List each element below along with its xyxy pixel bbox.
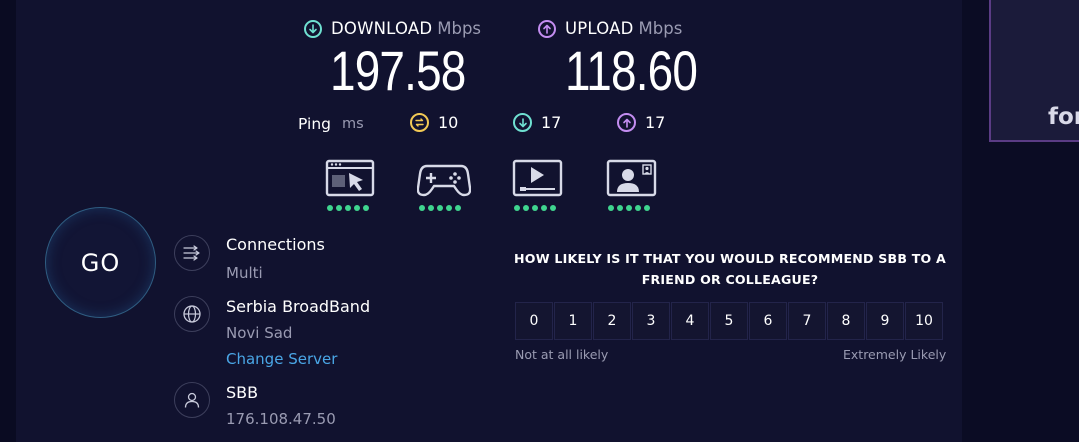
video-chat-icon <box>606 159 657 197</box>
scale-option-4[interactable]: 4 <box>671 302 709 340</box>
user-icon <box>174 382 210 418</box>
recommend-scale: 0 1 2 3 4 5 6 7 8 9 10 <box>515 302 943 340</box>
scale-option-7[interactable]: 7 <box>788 302 826 340</box>
gaming-icon <box>417 164 471 197</box>
ping-unit: ms <box>342 116 364 132</box>
download-header: DOWNLOAD Mbps <box>304 19 481 38</box>
video-chat-rating[interactable] <box>606 158 660 211</box>
download-arrow-icon <box>304 19 322 38</box>
change-server-link[interactable]: Change Server <box>226 350 337 368</box>
web-browsing-icon <box>325 159 375 197</box>
scale-low-label: Not at all likely <box>515 347 609 362</box>
survey-question: HOW LIKELY IS IT THAT YOU WOULD RECOMMEN… <box>514 251 946 287</box>
rating-dots <box>327 205 379 211</box>
rating-dots <box>608 205 660 211</box>
ping-idle[interactable]: 10 <box>410 113 458 132</box>
ping-label: Ping <box>298 115 331 133</box>
go-button[interactable]: GO <box>45 207 156 318</box>
scale-option-10[interactable]: 10 <box>905 302 943 340</box>
scale-option-6[interactable]: 6 <box>749 302 787 340</box>
scale-option-0[interactable]: 0 <box>515 302 553 340</box>
scale-option-9[interactable]: 9 <box>866 302 904 340</box>
download-unit: Mbps <box>437 19 482 38</box>
ping-upload-value: 17 <box>645 113 666 132</box>
ping-row: Ping ms 10 17 17 <box>298 113 698 137</box>
results-panel <box>16 0 962 442</box>
provider-ip: 176.108.47.50 <box>226 410 336 428</box>
connections-icon[interactable] <box>174 235 210 271</box>
speedtest-page: for DOWNLOAD Mbps 197.58 UPLOAD Mbps 118… <box>0 0 1079 442</box>
scale-high-label: Extremely Likely <box>843 347 947 362</box>
connections-title: Connections <box>226 235 325 254</box>
scale-option-5[interactable]: 5 <box>710 302 748 340</box>
upload-unit: Mbps <box>638 19 683 38</box>
rating-dots <box>514 205 566 211</box>
scale-option-3[interactable]: 3 <box>632 302 670 340</box>
left-edge <box>0 0 16 442</box>
download-label: DOWNLOAD <box>331 19 433 38</box>
video-streaming-icon <box>512 159 563 197</box>
scale-option-8[interactable]: 8 <box>827 302 865 340</box>
video-streaming-rating[interactable] <box>512 158 566 211</box>
download-speed-value: 197.58 <box>330 39 466 102</box>
scale-option-1[interactable]: 1 <box>554 302 592 340</box>
upload-label: UPLOAD <box>565 19 634 38</box>
ping-idle-value: 10 <box>438 113 459 132</box>
idle-latency-icon <box>410 113 429 132</box>
upload-latency-icon <box>617 113 636 132</box>
server-name: Serbia BroadBand <box>226 297 371 316</box>
scale-option-2[interactable]: 2 <box>593 302 631 340</box>
go-label: GO <box>80 248 121 277</box>
server-location: Novi Sad <box>226 324 293 342</box>
download-latency-icon <box>513 113 532 132</box>
rating-dots <box>419 205 471 211</box>
ping-upload[interactable]: 17 <box>617 113 665 132</box>
provider-name: SBB <box>226 383 259 402</box>
ad-text: for <box>1048 104 1079 130</box>
gaming-rating[interactable] <box>417 158 471 211</box>
globe-icon <box>174 296 210 332</box>
upload-arrow-icon <box>538 19 556 38</box>
upload-header: UPLOAD Mbps <box>538 19 682 38</box>
web-browsing-rating[interactable] <box>325 158 379 211</box>
ping-download[interactable]: 17 <box>513 113 561 132</box>
connections-value: Multi <box>226 264 263 282</box>
advertisement[interactable]: for <box>989 0 1079 142</box>
ping-download-value: 17 <box>541 113 562 132</box>
upload-speed-value: 118.60 <box>565 39 698 102</box>
